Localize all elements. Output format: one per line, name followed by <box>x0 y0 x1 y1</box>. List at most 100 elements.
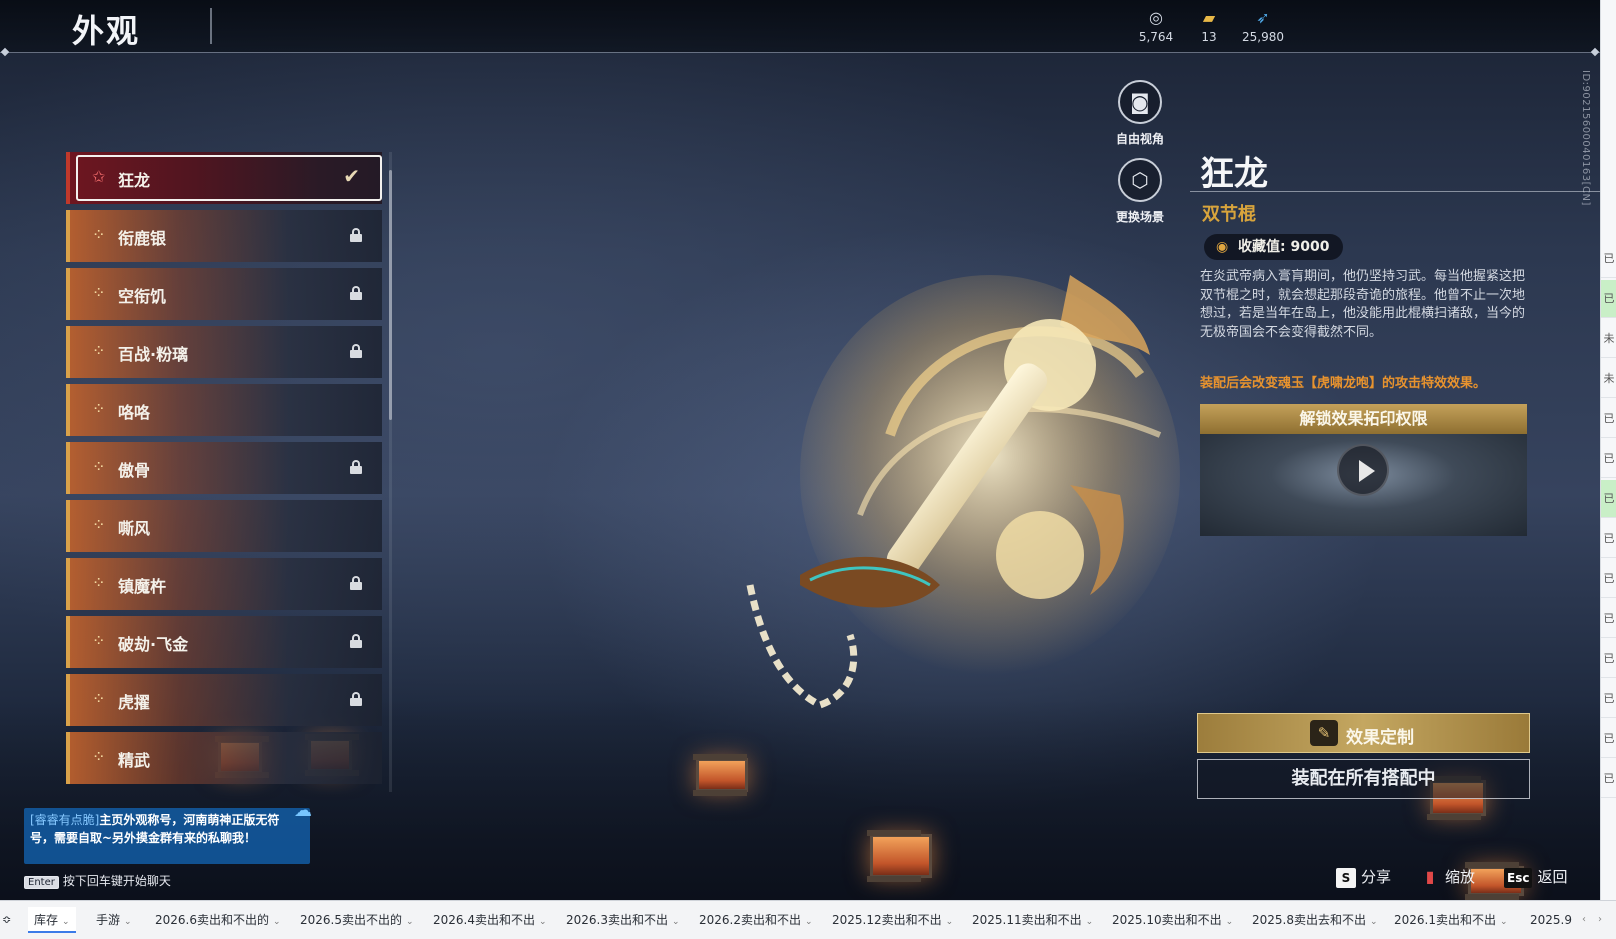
currency-feathers[interactable]: ➶ 25,980 <box>1228 8 1298 44</box>
list-item[interactable]: ⁘ 空衔饥 <box>66 268 382 320</box>
sheet-cell[interactable]: 已 <box>1601 600 1616 638</box>
list-item-label: 空衔饥 <box>118 287 167 306</box>
collection-value: 收藏值: 9000 <box>1238 239 1330 255</box>
zoom-hotkey[interactable]: ▮ 缩放 <box>1420 866 1475 887</box>
sheet-tab[interactable]: 2025.11卖出和不出 ⌄ <box>972 907 1093 933</box>
change-scene-label: 更换场景 <box>1115 210 1164 224</box>
free-view-button[interactable]: ◙ 自由视角 <box>1100 80 1180 147</box>
camera-icon: ◙ <box>1118 80 1162 124</box>
tab-scroll-right-icon[interactable]: › <box>1598 907 1602 933</box>
equip-all-button[interactable]: 装配在所有搭配中 <box>1197 759 1530 799</box>
chevron-down-icon: ⌄ <box>124 917 132 927</box>
nunchaku-icon: ⁘ <box>92 515 106 534</box>
top-bar: 外观 ◎ 5,764 ▰ 13 ➶ 25,980 <box>0 0 1600 52</box>
list-item[interactable]: ⁘ 精武 <box>66 732 382 784</box>
nunchaku-icon: ⁘ <box>92 747 106 766</box>
chevron-down-icon: ⌄ <box>945 917 954 927</box>
enter-key-icon: Enter <box>24 876 59 889</box>
sheet-tab-label: 手游 <box>96 913 121 927</box>
sheet-tab-label: 2026.5卖出不出的 <box>300 913 402 927</box>
lock-icon <box>350 286 362 300</box>
list-item[interactable]: ⁘ 傲骨 <box>66 442 382 494</box>
share-hotkey[interactable]: S 分享 <box>1336 866 1391 888</box>
customize-label: 效果定制 <box>1346 728 1414 748</box>
sheet-cell[interactable]: 已 <box>1601 560 1616 598</box>
sheet-tab[interactable]: 2026.2卖出和不出 ⌄ <box>699 907 813 933</box>
sheet-cell[interactable]: 已 <box>1601 480 1616 518</box>
zoom-label: 缩放 <box>1445 868 1476 886</box>
sheet-nav-icon[interactable]: ≎ <box>2 907 11 933</box>
chat-sender-tag: [睿睿有点脆] <box>30 813 100 827</box>
chat-message[interactable]: [睿睿有点脆]主页外观称号，河南萌神正版无符号，需要自取~另外摸金群有来的私聊我… <box>24 808 310 864</box>
list-item-label: 衔鹿银 <box>118 229 167 248</box>
sheet-cell[interactable]: 未 <box>1601 320 1616 358</box>
sheet-cell[interactable]: 已 <box>1601 720 1616 758</box>
list-item-selected[interactable]: ✩ 狂龙 ✔ <box>66 152 382 204</box>
sheet-tab[interactable]: 手游 ⌄ <box>96 907 132 933</box>
chevron-down-icon: ⌄ <box>406 917 414 927</box>
sheet-tab-label: 2026.1卖出和不出 <box>1394 913 1496 927</box>
change-scene-button[interactable]: ⬡ 更换场景 <box>1100 158 1180 225</box>
lantern-decoration <box>867 830 932 882</box>
sheet-tab[interactable]: 2026.6卖出和不出的 ⌄ <box>155 907 281 933</box>
sheet-tab-label: 2026.4卖出和不出 <box>433 913 535 927</box>
chevron-down-icon: ⌄ <box>1225 917 1234 927</box>
sheet-tab-label: 2026.2卖出和不出 <box>699 913 801 927</box>
sheet-cell[interactable]: 已 <box>1601 520 1616 558</box>
sheet-cell[interactable]: 已 <box>1601 280 1616 318</box>
sheet-cell[interactable]: 已 <box>1601 400 1616 438</box>
cube-icon: ⬡ <box>1118 158 1162 202</box>
sheet-tab[interactable]: 2025.10卖出和不出 ⌄ <box>1112 907 1233 933</box>
sheet-cell[interactable]: 已 <box>1601 760 1616 798</box>
sheet-tab[interactable]: 2026.3卖出和不出 ⌄ <box>566 907 680 933</box>
collection-icon: ◉ <box>1216 239 1229 255</box>
sheet-tab-label: 2025.9 <box>1530 913 1572 927</box>
back-label: 返回 <box>1537 868 1568 886</box>
sheet-tab-active[interactable]: 库存 ⌄ <box>28 907 76 933</box>
brush-icon: ✎ <box>1310 720 1338 746</box>
collection-value-badge: ◉ 收藏值: 9000 <box>1204 234 1344 260</box>
sheet-cell[interactable]: 已 <box>1601 640 1616 678</box>
tab-scroll-left-icon[interactable]: ‹ <box>1582 907 1586 933</box>
list-item-label: 咯咯 <box>118 403 151 422</box>
chevron-down-icon: ⌄ <box>1370 917 1378 927</box>
sheet-cell[interactable]: 未 <box>1601 360 1616 398</box>
sheet-tab[interactable]: 2025.8卖出去和不出 ⌄ <box>1252 907 1378 933</box>
lock-icon <box>350 344 362 358</box>
sheet-tab-label: 2026.3卖出和不出 <box>566 913 668 927</box>
list-item[interactable]: ⁘ 衔鹿银 <box>66 210 382 262</box>
list-item[interactable]: ⁘ 百战·粉璃 <box>66 326 382 378</box>
s-key-icon: S <box>1336 868 1356 888</box>
sheet-tab-label: 库存 <box>34 913 59 927</box>
lantern-decoration <box>693 754 748 796</box>
play-icon[interactable] <box>1337 444 1389 496</box>
chevron-down-icon: ⌄ <box>273 917 281 927</box>
list-item[interactable]: ⁘ 镇魔杵 <box>66 558 382 610</box>
list-item[interactable]: ⁘ 破劫·飞金 <box>66 616 382 668</box>
sheet-tab-label: 2025.8卖出去和不出 <box>1252 913 1366 927</box>
sheet-tab[interactable]: 2025.9 <box>1530 907 1572 933</box>
sheet-tab[interactable]: 2026.4卖出和不出 ⌄ <box>433 907 547 933</box>
chat-hint[interactable]: Enter 按下回车键开始聊天 <box>24 872 171 889</box>
back-hotkey[interactable]: Esc 返回 <box>1504 866 1567 888</box>
sheet-cell[interactable]: 已 <box>1601 680 1616 718</box>
chevron-down-icon: ⌄ <box>805 917 813 927</box>
preview-video[interactable] <box>1200 434 1527 536</box>
chevron-down-icon: ⌄ <box>1500 917 1508 927</box>
list-item-label: 镇魔杵 <box>118 577 167 596</box>
sheet-tab[interactable]: 2026.5卖出不出的 ⌄ <box>300 907 414 933</box>
list-item-label: 狂龙 <box>118 171 151 190</box>
lock-icon <box>350 576 362 590</box>
customize-effect-button[interactable]: ✎ 效果定制 <box>1197 713 1530 753</box>
sheet-tab[interactable]: 2026.1卖出和不出 ⌄ <box>1394 907 1508 933</box>
list-item[interactable]: ⁘ 虎擢 <box>66 674 382 726</box>
sheet-cell[interactable]: 已 <box>1601 440 1616 478</box>
list-item[interactable]: ⁘ 嘶风 <box>66 500 382 552</box>
unlock-effect-preview[interactable]: 解锁效果拓印权限 <box>1200 404 1527 536</box>
sheet-tab[interactable]: 2025.12卖出和不出 ⌄ <box>832 907 953 933</box>
chevron-down-icon: ⌄ <box>672 917 680 927</box>
appearance-list: ✩ 狂龙 ✔ ⁘ 衔鹿银 ⁘ 空衔饥 ⁘ 百战·粉璃 ⁘ 咯咯 ⁘ 傲骨 ⁘ 嘶… <box>66 152 390 797</box>
star-icon: ✩ <box>92 167 106 186</box>
sheet-cell[interactable]: 已 <box>1601 240 1616 278</box>
list-item[interactable]: ⁘ 咯咯 <box>66 384 382 436</box>
